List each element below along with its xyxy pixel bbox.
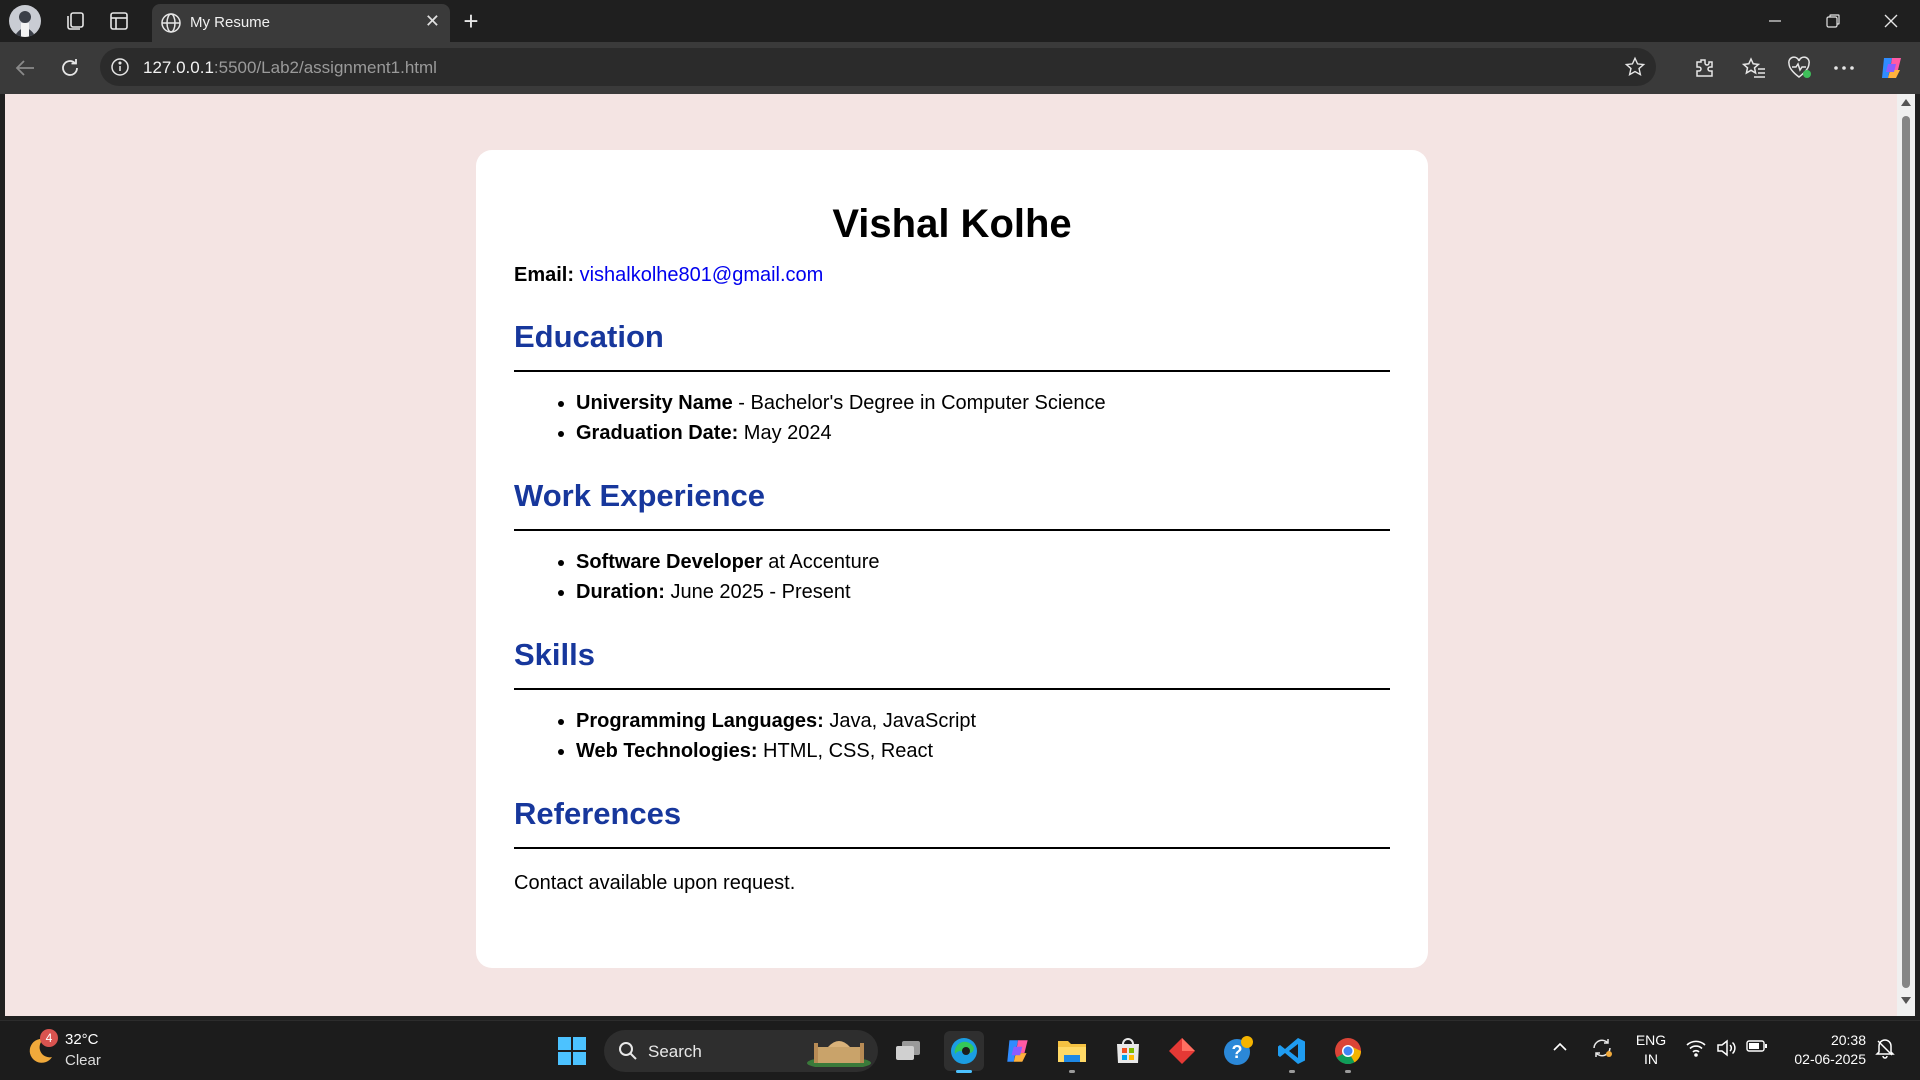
search-highlight-illustration xyxy=(807,1041,871,1067)
url-host: 127.0.0.1 xyxy=(143,58,214,77)
item-label: Software Developer xyxy=(576,551,763,573)
item-text: May 2024 xyxy=(738,422,832,444)
item-text: June 2025 - Present xyxy=(664,581,851,603)
favorites-icon[interactable] xyxy=(1738,52,1770,84)
tab-actions-icon[interactable] xyxy=(104,6,134,36)
item-text: Java, JavaScript xyxy=(823,710,977,732)
scrollbar-thumb[interactable] xyxy=(1902,116,1910,988)
back-button[interactable] xyxy=(10,53,40,83)
skills-list: Programming Languages: Java, JavaScript … xyxy=(514,706,1390,766)
url-path: :5500/Lab2/assignment1.html xyxy=(213,58,437,77)
resume-card: Vishal Kolhe Email: vishalkolhe801@gmail… xyxy=(476,150,1428,968)
resume-name: Vishal Kolhe xyxy=(832,202,1072,246)
help-icon[interactable]: ? xyxy=(1218,1031,1258,1071)
refresh-button[interactable] xyxy=(55,53,85,83)
running-app-indicator xyxy=(1289,1070,1295,1073)
tab-title: My Resume xyxy=(190,14,271,31)
close-tab-icon[interactable]: ✕ xyxy=(425,11,440,32)
browser-title-bar: My Resume ✕ + xyxy=(0,0,1920,42)
more-menu-icon[interactable] xyxy=(1828,52,1860,84)
references-text: Contact available upon request. xyxy=(514,872,796,894)
running-app-indicator xyxy=(1345,1070,1351,1073)
tab-my-resume[interactable]: My Resume ✕ xyxy=(152,4,450,42)
item-text: at Accenture xyxy=(762,551,880,573)
search-label: Search xyxy=(648,1042,702,1061)
close-window-button[interactable] xyxy=(1862,0,1920,42)
clock-date: 02-06-2025 xyxy=(1794,1051,1866,1067)
weather-notification-badge: 4 xyxy=(40,1029,58,1047)
browser-toolbar: 127.0.0.1:5500/Lab2/assignment1.html xyxy=(0,42,1920,94)
skills-heading: Skills xyxy=(514,635,1390,690)
work-experience-heading: Work Experience xyxy=(514,476,1390,531)
list-item: Duration: June 2025 - Present xyxy=(576,577,1390,607)
email-link[interactable]: vishalkolhe801@gmail.com xyxy=(580,264,824,286)
item-text: HTML, CSS, React xyxy=(757,740,934,762)
list-item: University Name - Bachelor's Degree in C… xyxy=(576,388,1390,418)
new-tab-button[interactable]: + xyxy=(456,6,486,36)
language-indicator[interactable]: ENG IN xyxy=(1634,1031,1668,1069)
vscode-icon[interactable] xyxy=(1272,1031,1312,1073)
windows-taskbar: 4 32°C Clear Search ? ENG IN 20:38 02-06… xyxy=(0,1020,1920,1080)
search-icon xyxy=(618,1041,638,1066)
item-label: Programming Languages: xyxy=(576,710,824,732)
item-label: University Name xyxy=(576,392,733,414)
education-heading: Education xyxy=(514,317,1390,372)
vertical-scrollbar[interactable] xyxy=(1897,94,1915,1016)
favorite-star-icon[interactable] xyxy=(1624,56,1646,83)
list-item: Programming Languages: Java, JavaScript xyxy=(576,706,1390,736)
battery-icon[interactable] xyxy=(1746,1039,1768,1058)
profile-avatar[interactable] xyxy=(9,5,41,37)
references-heading: References xyxy=(514,794,1390,849)
address-bar[interactable]: 127.0.0.1:5500/Lab2/assignment1.html xyxy=(100,48,1656,86)
microsoft-store-icon[interactable] xyxy=(1108,1031,1148,1071)
education-list: University Name - Bachelor's Degree in C… xyxy=(514,388,1390,448)
item-label: Duration: xyxy=(576,581,665,603)
minimize-button[interactable] xyxy=(1746,0,1804,42)
site-info-icon[interactable] xyxy=(110,57,130,82)
work-list: Software Developer at Accenture Duration… xyxy=(514,547,1390,607)
page-viewport: Vishal Kolhe Email: vishalkolhe801@gmail… xyxy=(5,94,1897,1016)
system-clock[interactable]: 20:38 02-06-2025 xyxy=(1788,1031,1866,1069)
language-code: ENG xyxy=(1635,1032,1667,1048)
copilot-taskbar-icon[interactable] xyxy=(998,1031,1038,1071)
globe-icon xyxy=(160,12,182,39)
email-label: Email: xyxy=(514,264,575,286)
extensions-icon[interactable] xyxy=(1688,52,1720,84)
volume-icon[interactable] xyxy=(1716,1039,1736,1062)
red-app-icon[interactable] xyxy=(1162,1031,1202,1071)
item-text: - Bachelor's Degree in Computer Science xyxy=(732,392,1106,414)
edge-icon[interactable] xyxy=(944,1031,984,1073)
file-explorer-icon[interactable] xyxy=(1052,1031,1092,1073)
workspaces-icon[interactable] xyxy=(60,6,90,36)
restore-button[interactable] xyxy=(1804,0,1862,42)
browser-essentials-icon[interactable] xyxy=(1784,52,1816,84)
region-code: IN xyxy=(1644,1051,1658,1067)
chrome-icon[interactable] xyxy=(1328,1031,1368,1073)
taskbar-search[interactable]: Search xyxy=(604,1030,878,1072)
running-app-indicator xyxy=(1069,1070,1075,1073)
task-view-icon[interactable] xyxy=(888,1031,928,1071)
weather-condition: Clear xyxy=(65,1052,101,1069)
wifi-icon[interactable] xyxy=(1686,1039,1706,1062)
clock-time: 20:38 xyxy=(1830,1032,1866,1048)
list-item: Graduation Date: May 2024 xyxy=(576,418,1390,448)
list-item: Web Technologies: HTML, CSS, React xyxy=(576,736,1390,766)
scroll-up-arrow-icon[interactable] xyxy=(1901,99,1911,106)
copilot-icon[interactable] xyxy=(1876,52,1908,84)
item-label: Web Technologies: xyxy=(576,740,758,762)
list-item: Software Developer at Accenture xyxy=(576,547,1390,577)
email-line: Email: vishalkolhe801@gmail.com xyxy=(514,261,1390,289)
notification-icon[interactable] xyxy=(1874,1037,1896,1064)
start-button[interactable] xyxy=(552,1031,592,1071)
svg-text:?: ? xyxy=(1232,1042,1243,1062)
item-label: Graduation Date: xyxy=(576,422,739,444)
sync-icon[interactable] xyxy=(1590,1037,1614,1064)
show-hidden-icons-chevron-icon[interactable] xyxy=(1552,1039,1568,1060)
url-text: 127.0.0.1:5500/Lab2/assignment1.html xyxy=(143,58,437,78)
scroll-down-arrow-icon[interactable] xyxy=(1901,997,1911,1004)
active-app-indicator xyxy=(956,1070,972,1073)
weather-temperature: 32°C xyxy=(65,1031,99,1048)
